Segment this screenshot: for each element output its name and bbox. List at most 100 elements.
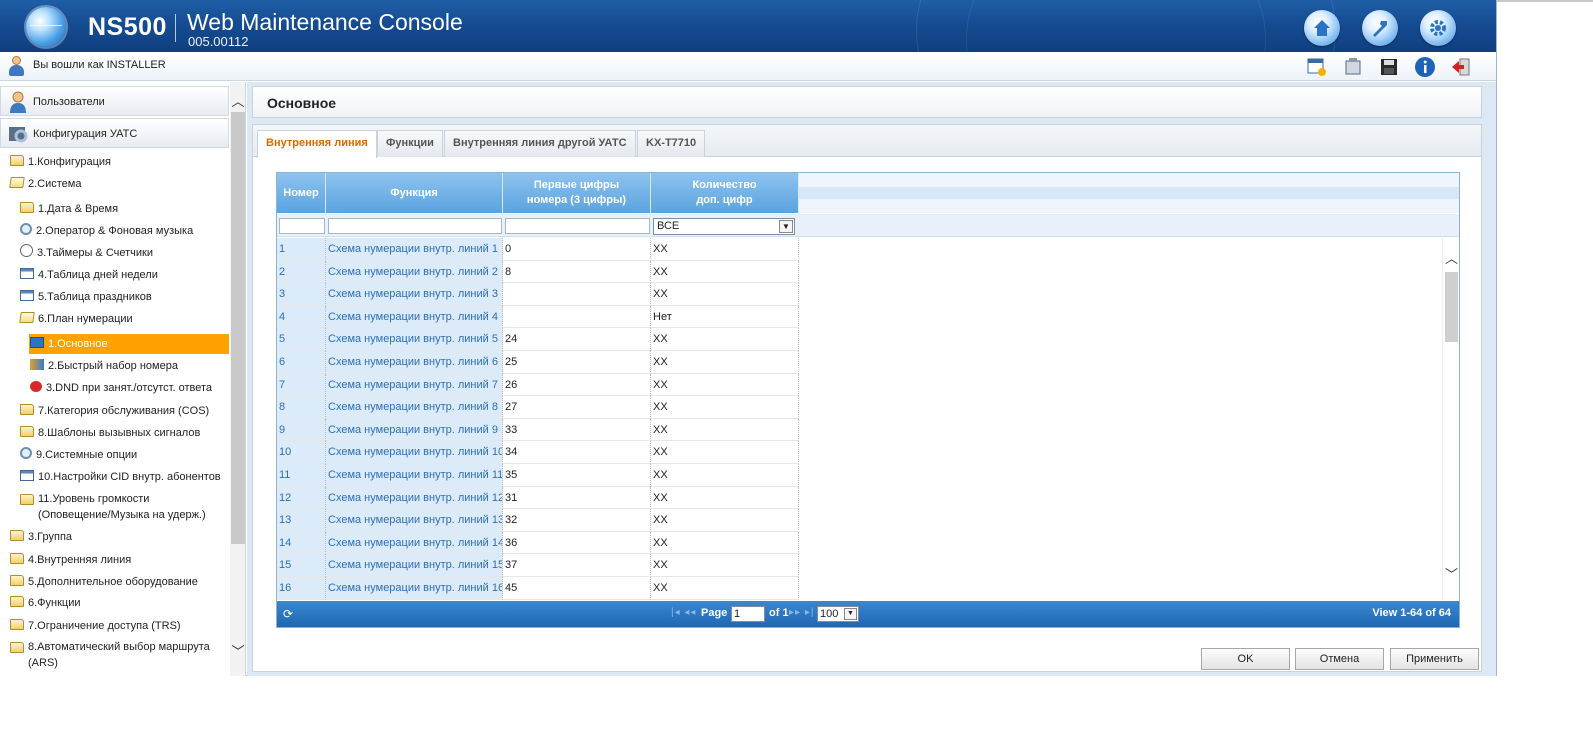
cell-first-digits[interactable]: 24 xyxy=(503,328,651,351)
tab-kx-t7710[interactable]: KX-T7710 xyxy=(637,130,706,157)
table-row[interactable]: 5 Схема нумерации внутр. линий 5 24 XX xyxy=(277,328,799,351)
table-row[interactable]: 7 Схема нумерации внутр. линий 7 26 XX xyxy=(277,373,799,397)
cell-first-digits[interactable]: 34 xyxy=(503,441,651,464)
table-row[interactable]: 15 Схема нумерации внутр. линий 15 37 XX xyxy=(277,554,799,577)
cancel-button[interactable]: Отмена xyxy=(1295,648,1384,670)
cell-function[interactable]: Схема нумерации внутр. линий 9 xyxy=(326,418,503,442)
sidebar-scroll-thumb[interactable] xyxy=(231,112,245,544)
cell-function[interactable]: Схема нумерации внутр. линий 4 xyxy=(326,305,503,329)
table-row[interactable]: 13 Схема нумерации внутр. линий 13 32 XX xyxy=(277,509,799,532)
grid-scroll-down-icon[interactable]: ﹀ xyxy=(1445,568,1458,582)
cell-extra-digits[interactable]: XX xyxy=(651,554,799,577)
tree-item-operator-music[interactable]: 2.Оператор & Фоновая музыка xyxy=(20,221,193,241)
cell-function[interactable]: Схема нумерации внутр. линий 14 xyxy=(326,531,503,555)
cell-number[interactable]: 11 xyxy=(277,464,326,487)
cell-first-digits[interactable] xyxy=(503,283,651,306)
tree-item-speed-dial[interactable]: 2.Быстрый набор номера xyxy=(30,356,178,376)
cell-first-digits[interactable] xyxy=(503,305,651,329)
cell-first-digits[interactable]: 33 xyxy=(503,418,651,442)
cell-extra-digits[interactable]: XX xyxy=(651,509,799,532)
cell-number[interactable]: 9 xyxy=(277,418,326,442)
cell-first-digits[interactable]: 37 xyxy=(503,554,651,577)
cell-number[interactable]: 14 xyxy=(277,531,326,555)
first-prev-page-icons[interactable]: |◂ ◂◂ xyxy=(671,607,696,618)
cell-number[interactable]: 15 xyxy=(277,554,326,577)
tree-item-week-table[interactable]: 4.Таблица дней недели xyxy=(20,265,158,285)
sidebar-section-users[interactable]: Пользователи xyxy=(0,86,229,116)
cell-number[interactable]: 16 xyxy=(277,577,326,600)
cell-extra-digits[interactable]: Нет xyxy=(651,305,799,329)
sidebar-scroll-down-icon[interactable]: ﹀ xyxy=(230,644,245,660)
ok-button[interactable]: OK xyxy=(1201,648,1290,670)
tree-item-holiday-table[interactable]: 5.Таблица праздников xyxy=(20,287,152,307)
cell-number[interactable]: 7 xyxy=(277,373,326,397)
tree-item-cos[interactable]: 7.Категория обслуживания (COS) xyxy=(20,401,209,421)
filter-number-input[interactable] xyxy=(279,218,325,234)
column-header-number[interactable]: Номер xyxy=(277,173,326,213)
cell-function[interactable]: Схема нумерации внутр. линий 8 xyxy=(326,396,503,419)
tree-item-dnd[interactable]: 3.DND при занят./отсутст. ответа xyxy=(30,378,212,398)
cell-function[interactable]: Схема нумерации внутр. линий 5 xyxy=(326,328,503,351)
filter-extra-digits-select[interactable]: ВСЕ ▼ xyxy=(653,218,795,235)
tree-item-numbering-plan[interactable]: 6.План нумерации xyxy=(19,309,133,329)
table-row[interactable]: 2 Схема нумерации внутр. линий 2 8 XX xyxy=(277,260,799,284)
cell-number[interactable]: 12 xyxy=(277,486,326,510)
cell-extra-digits[interactable]: XX xyxy=(651,328,799,351)
tree-item-trs[interactable]: 7.Ограничение доступа (TRS) xyxy=(10,616,181,636)
tree-item-system[interactable]: 2.Система xyxy=(9,174,81,194)
cell-number[interactable]: 2 xyxy=(277,260,326,284)
tab-extension[interactable]: Внутренняя линия xyxy=(257,130,377,158)
cell-first-digits[interactable]: 36 xyxy=(503,531,651,555)
cell-first-digits[interactable]: 31 xyxy=(503,486,651,510)
cell-first-digits[interactable]: 35 xyxy=(503,464,651,487)
next-last-page-icons[interactable]: ▸▸ ▸| xyxy=(789,607,814,618)
table-row[interactable]: 11 Схема нумерации внутр. линий 11 35 XX xyxy=(277,464,799,487)
cell-number[interactable]: 8 xyxy=(277,396,326,419)
cell-number[interactable]: 10 xyxy=(277,441,326,464)
cell-function[interactable]: Схема нумерации внутр. линий 7 xyxy=(326,373,503,397)
table-row[interactable]: 9 Схема нумерации внутр. линий 9 33 XX xyxy=(277,418,799,442)
column-header-extra-digits[interactable]: Количество доп. цифр xyxy=(651,173,799,213)
cell-number[interactable]: 1 xyxy=(277,238,326,261)
grid-scrollbar[interactable]: ︿ ﹀ xyxy=(1442,238,1459,600)
sidebar-scroll-up-icon[interactable]: ︿ xyxy=(230,94,245,110)
cell-first-digits[interactable]: 32 xyxy=(503,509,651,532)
table-row[interactable]: 10 Схема нумерации внутр. линий 10 34 XX xyxy=(277,441,799,464)
cell-extra-digits[interactable]: XX xyxy=(651,351,799,374)
apply-button[interactable]: Применить xyxy=(1390,648,1479,670)
table-row[interactable]: 4 Схема нумерации внутр. линий 4 Нет xyxy=(277,305,799,329)
cell-function[interactable]: Схема нумерации внутр. линий 11 xyxy=(326,464,503,487)
cell-extra-digits[interactable]: XX xyxy=(651,486,799,510)
cell-first-digits[interactable]: 25 xyxy=(503,351,651,374)
cell-function[interactable]: Схема нумерации внутр. линий 16 xyxy=(326,577,503,600)
cell-function[interactable]: Схема нумерации внутр. линий 13 xyxy=(326,509,503,532)
cell-number[interactable]: 3 xyxy=(277,283,326,306)
table-row[interactable]: 6 Схема нумерации внутр. линий 6 25 XX xyxy=(277,351,799,374)
cell-number[interactable]: 13 xyxy=(277,509,326,532)
tree-item-system-options[interactable]: 9.Системные опции xyxy=(20,445,137,465)
cell-extra-digits[interactable]: XX xyxy=(651,464,799,487)
table-row[interactable]: 12 Схема нумерации внутр. линий 12 31 XX xyxy=(277,486,799,510)
cell-function[interactable]: Схема нумерации внутр. линий 2 xyxy=(326,260,503,284)
phone-icon[interactable] xyxy=(1342,56,1364,78)
cell-function[interactable]: Схема нумерации внутр. линий 15 xyxy=(326,554,503,577)
cell-extra-digits[interactable]: XX xyxy=(651,418,799,442)
filter-first-digits-input[interactable] xyxy=(505,218,650,234)
cell-extra-digits[interactable]: XX xyxy=(651,531,799,555)
cell-first-digits[interactable]: 27 xyxy=(503,396,651,419)
home-icon[interactable] xyxy=(1304,10,1340,46)
cell-function[interactable]: Схема нумерации внутр. линий 1 xyxy=(326,238,503,261)
cell-number[interactable]: 4 xyxy=(277,305,326,329)
column-header-first-digits[interactable]: Первые цифры номера (3 цифры) xyxy=(503,173,651,213)
info-icon[interactable] xyxy=(1414,56,1436,78)
sidebar-section-pbx-config[interactable]: Конфигурация УАТС xyxy=(0,118,229,148)
save-icon[interactable] xyxy=(1378,56,1400,78)
cell-number[interactable]: 6 xyxy=(277,351,326,374)
setup-gear-icon[interactable] xyxy=(1420,10,1456,46)
cell-first-digits[interactable]: 45 xyxy=(503,577,651,600)
tree-item-date-time[interactable]: 1.Дата & Время xyxy=(20,199,118,219)
tree-item-ring-patterns[interactable]: 8.Шаблоны вызывных сигналов xyxy=(20,423,200,443)
grid-scroll-thumb[interactable] xyxy=(1445,272,1458,342)
cell-extra-digits[interactable]: XX xyxy=(651,396,799,419)
logout-icon[interactable] xyxy=(1450,56,1472,78)
